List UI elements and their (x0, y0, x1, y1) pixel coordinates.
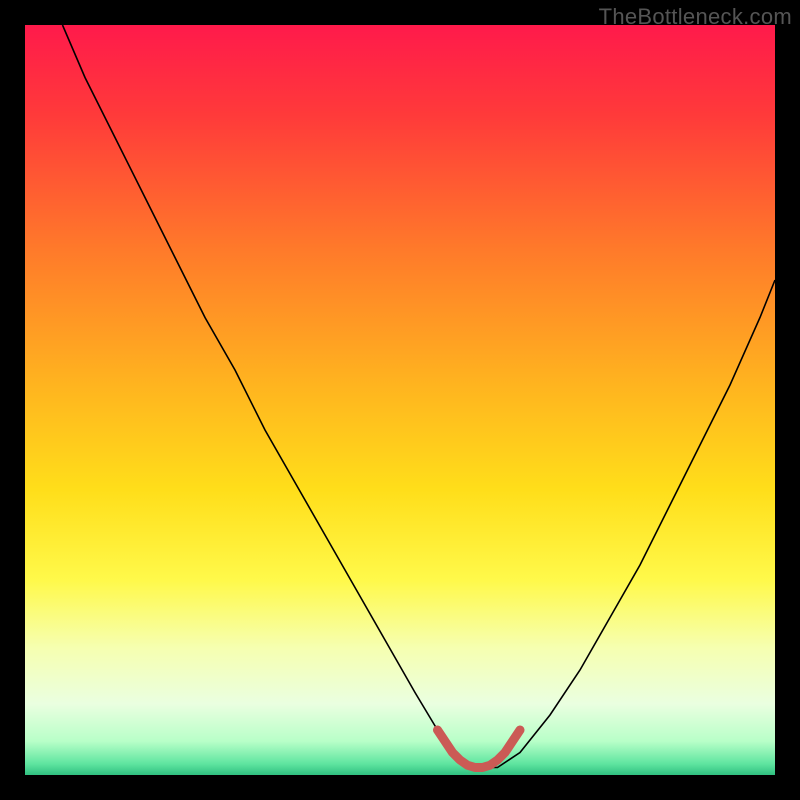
bottleneck-chart (25, 25, 775, 775)
gradient-background (25, 25, 775, 775)
plot-area (25, 25, 775, 775)
watermark-text: TheBottleneck.com (599, 4, 792, 30)
chart-frame: TheBottleneck.com (0, 0, 800, 800)
